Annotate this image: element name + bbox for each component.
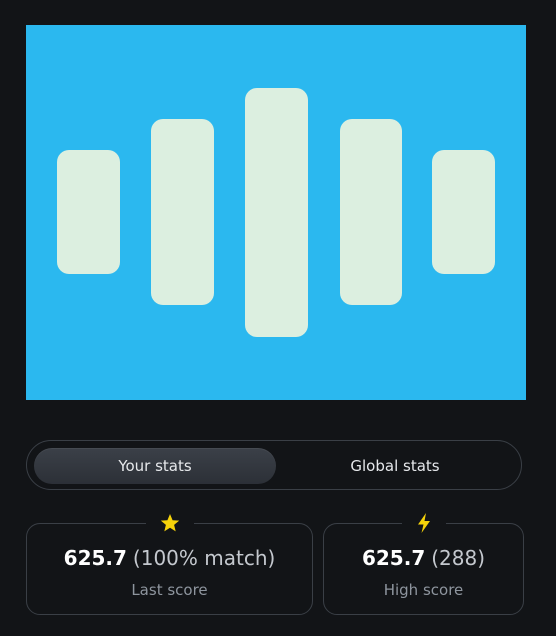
last-score-value: 625.7 <box>63 546 127 570</box>
high-score-card: 625.7 (288) High score <box>323 512 524 615</box>
lightning-icon <box>401 512 446 534</box>
bar-3 <box>245 88 308 337</box>
bar-2 <box>151 119 214 305</box>
tab-global-stats[interactable]: Global stats <box>274 448 516 484</box>
bar-4 <box>340 119 402 305</box>
last-score-match: (100% match) <box>132 546 276 570</box>
high-score-line: 625.7 (288) <box>324 546 523 570</box>
high-score-caption: High score <box>383 581 464 599</box>
bar-5 <box>432 150 495 274</box>
high-score-count: (288) <box>431 546 486 570</box>
game-canvas[interactable] <box>26 25 526 400</box>
last-score-line: 625.7 (100% match) <box>27 546 312 570</box>
star-icon <box>145 512 194 534</box>
last-score-card: 625.7 (100% match) Last score <box>26 512 313 615</box>
high-score-value: 625.7 <box>361 546 426 570</box>
last-score-caption: Last score <box>131 581 208 599</box>
results-panel: Your stats Global stats 625.7 (100% match… <box>0 0 556 636</box>
stats-tabs: Your stats Global stats <box>26 440 522 490</box>
tab-your-stats[interactable]: Your stats <box>34 448 276 484</box>
bar-1 <box>57 150 120 274</box>
